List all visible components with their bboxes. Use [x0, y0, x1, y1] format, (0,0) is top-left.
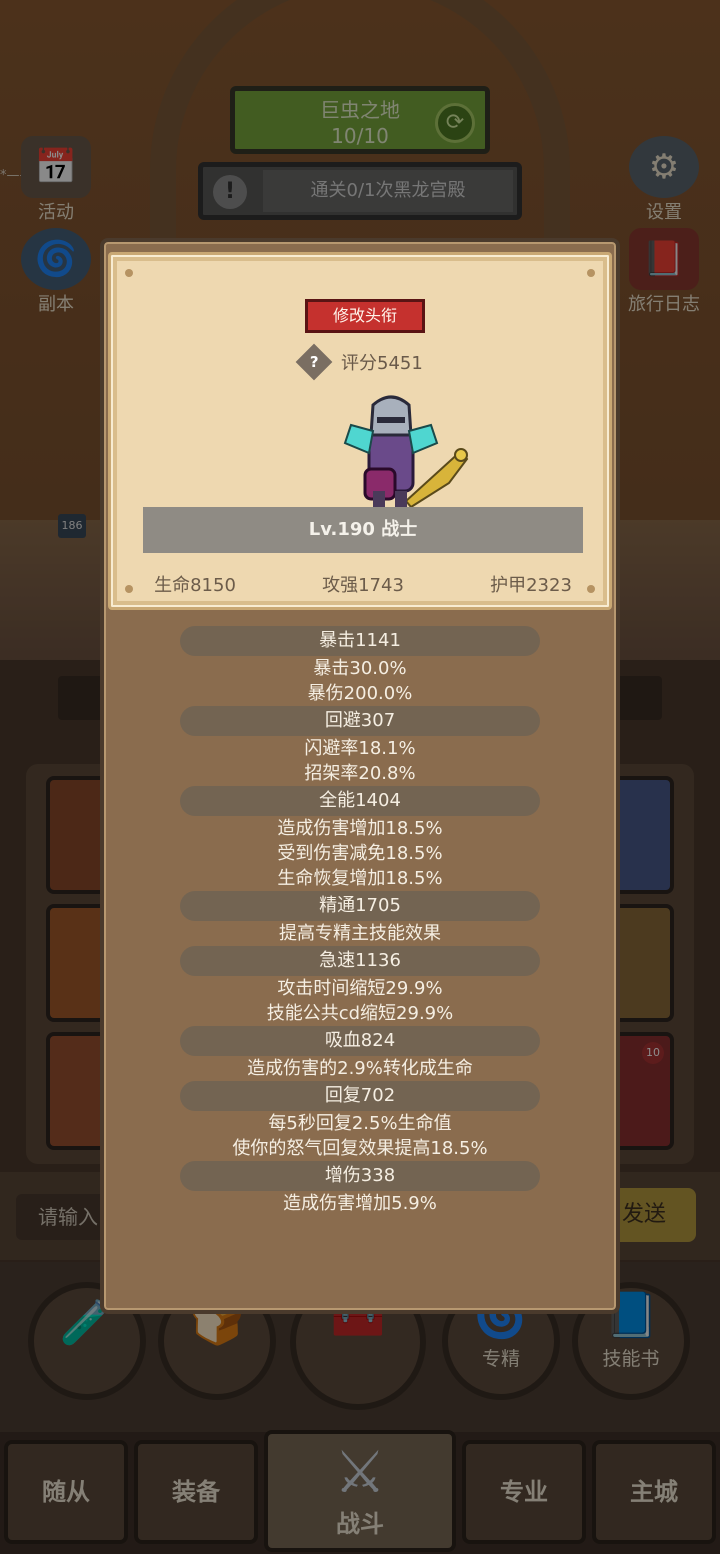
corner-rivet	[125, 269, 133, 277]
stat-section-header: 回复702	[180, 1081, 540, 1111]
stat-line: 提高专精主技能效果	[279, 923, 441, 944]
stat-section-avoidance: 回避307 闪避率18.1% 招架率20.8%	[104, 706, 616, 786]
stat-line: 招架率20.8%	[304, 763, 416, 784]
stat-line: 每5秒回复2.5%生命值	[268, 1113, 452, 1134]
stat-health: 生命8150	[154, 575, 236, 596]
stat-section-header: 急速1136	[180, 946, 540, 976]
stat-section-header: 精通1705	[180, 891, 540, 921]
base-stats: 生命8150 攻强1743 护甲2323	[111, 571, 615, 597]
stat-section-damage-bonus: 增伤338 造成伤害增加5.9%	[104, 1161, 616, 1216]
stat-line: 技能公共cd缩短29.9%	[266, 1003, 454, 1024]
stat-line: 受到伤害减免18.5%	[277, 843, 443, 864]
stat-line: 造成伤害的2.9%转化成生命	[247, 1058, 473, 1079]
secondary-stats: 暴击1141 暴击30.0% 暴伤200.0% 回避307 闪避率18.1% 招…	[104, 626, 616, 1216]
score-row: ? 评分5451	[295, 343, 423, 381]
stat-section-mastery: 精通1705 提高专精主技能效果	[104, 891, 616, 946]
stat-attack-power: 攻强1743	[322, 575, 404, 596]
character-stats-modal: 修改头衔 ? 评分5451 Lv.190 战士 生命8150 攻强1743 护甲…	[100, 238, 620, 1314]
stat-line: 造成伤害增加18.5%	[277, 818, 443, 839]
stat-section-header: 吸血824	[180, 1026, 540, 1056]
stat-line: 暴伤200.0%	[307, 683, 413, 704]
stat-section-crit: 暴击1141 暴击30.0% 暴伤200.0%	[104, 626, 616, 706]
score-value: 评分5451	[341, 353, 423, 374]
stat-section-header: 全能1404	[180, 786, 540, 816]
stat-line: 暴击30.0%	[313, 658, 407, 679]
character-card: 修改头衔 ? 评分5451 Lv.190 战士 生命8150 攻强1743 护甲…	[108, 252, 612, 610]
stat-line: 造成伤害增加5.9%	[283, 1193, 437, 1214]
help-icon[interactable]: ?	[295, 343, 333, 381]
stat-line: 使你的怒气回复效果提高18.5%	[232, 1138, 488, 1159]
warrior-avatar	[343, 395, 469, 511]
stat-section-header: 增伤338	[180, 1161, 540, 1191]
stat-section-versatility: 全能1404 造成伤害增加18.5% 受到伤害减免18.5% 生命恢复增加18.…	[104, 786, 616, 891]
stat-section-leech: 吸血824 造成伤害的2.9%转化成生命	[104, 1026, 616, 1081]
level-class-bar: Lv.190 战士	[143, 507, 583, 553]
stat-section-header: 回避307	[180, 706, 540, 736]
stat-line: 闪避率18.1%	[304, 738, 416, 759]
stat-section-haste: 急速1136 攻击时间缩短29.9% 技能公共cd缩短29.9%	[104, 946, 616, 1026]
stat-line: 攻击时间缩短29.9%	[277, 978, 443, 999]
stat-armor: 护甲2323	[490, 575, 572, 596]
stat-section-header: 暴击1141	[180, 626, 540, 656]
edit-title-button[interactable]: 修改头衔	[305, 299, 425, 333]
stat-line: 生命恢复增加18.5%	[277, 868, 443, 889]
stat-section-regen: 回复702 每5秒回复2.5%生命值 使你的怒气回复效果提高18.5%	[104, 1081, 616, 1161]
corner-rivet	[587, 269, 595, 277]
